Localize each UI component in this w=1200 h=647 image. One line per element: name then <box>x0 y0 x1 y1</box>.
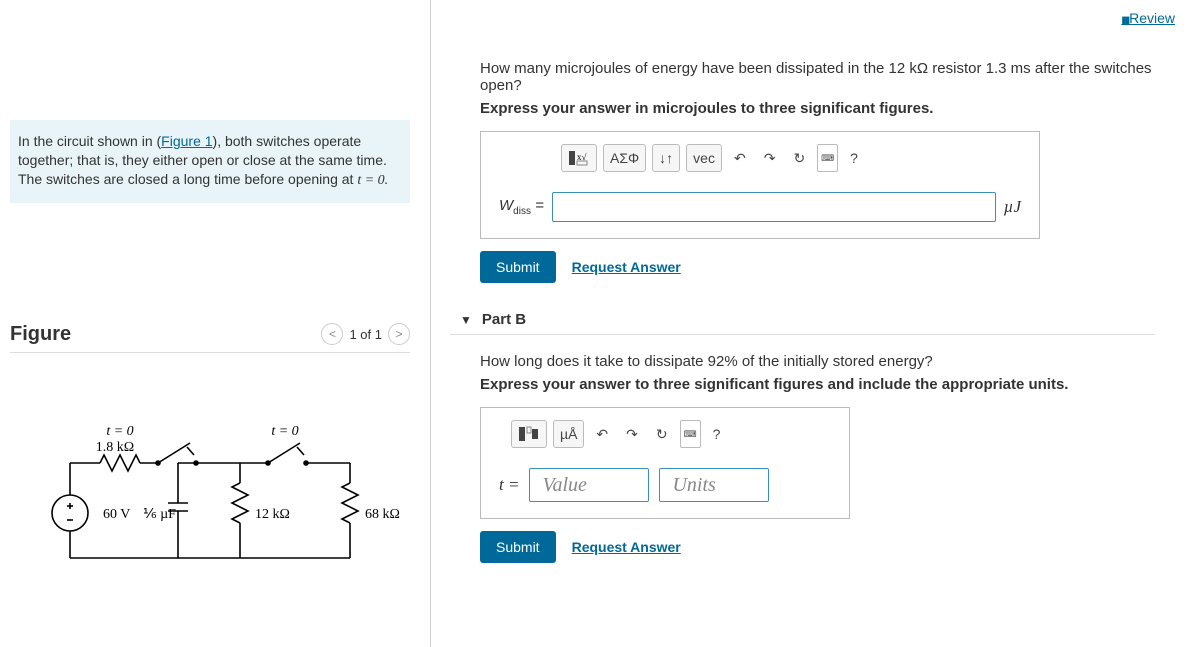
intro-t0: t = 0. <box>357 173 388 188</box>
reset-button-b[interactable]: ↻ <box>650 420 674 448</box>
partA-value-input[interactable] <box>552 192 996 222</box>
partB-variable-label: t = <box>499 475 519 495</box>
undo-button[interactable]: ↶ <box>728 144 752 172</box>
undo-button-b[interactable]: ↶ <box>590 420 614 448</box>
intro-box: In the circuit shown in (Figure 1), both… <box>10 120 410 203</box>
svg-text:60 V: 60 V <box>103 507 130 522</box>
help-button[interactable]: ? <box>844 144 864 172</box>
svg-text:12 kΩ: 12 kΩ <box>255 507 290 522</box>
circuit-diagram: t = 0 1.8 kΩ t = 0 60 V ⅙ µF 12 kΩ 68 kΩ <box>10 403 410 576</box>
svg-text:t = 0: t = 0 <box>106 424 133 439</box>
template-button[interactable]: x√ <box>561 144 597 172</box>
reset-button[interactable]: ↻ <box>787 144 811 172</box>
svg-text:68 kΩ: 68 kΩ <box>365 507 400 522</box>
svg-text:⅙ µF: ⅙ µF <box>143 507 176 522</box>
subscript-button[interactable]: ↓↑ <box>652 144 680 172</box>
partA-answer-box: x√ ΑΣΦ ↓↑ vec ↶ ↷ ↻ ⌨ ? Wdiss = µJ <box>480 131 1040 239</box>
partB-units-input[interactable]: Units <box>659 468 769 502</box>
units-button[interactable]: µÅ <box>553 420 584 448</box>
partB-label: Part B <box>482 311 526 328</box>
figure-title: Figure <box>10 323 71 346</box>
collapse-caret-icon: ▼ <box>460 313 472 327</box>
help-button-b[interactable]: ? <box>707 420 727 448</box>
partA-submit-button[interactable]: Submit <box>480 251 556 283</box>
template-button-b[interactable] <box>511 420 547 448</box>
partB-answer-box: µÅ ↶ ↷ ↻ ⌨ ? t = Value Units <box>480 407 850 519</box>
partB-instruction: Express your answer to three significant… <box>480 376 1175 393</box>
partB-submit-button[interactable]: Submit <box>480 531 556 563</box>
partA-request-answer-link[interactable]: Request Answer <box>572 259 681 275</box>
partB-header[interactable]: ▼ Part B <box>450 311 1155 335</box>
svg-text:t = 0: t = 0 <box>271 424 298 439</box>
redo-button[interactable]: ↷ <box>758 144 782 172</box>
redo-button-b[interactable]: ↷ <box>620 420 644 448</box>
partA-instruction: Express your answer in microjoules to th… <box>480 100 1175 117</box>
partB-question: How long does it take to dissipate 92% o… <box>480 353 1175 370</box>
partB-request-answer-link[interactable]: Request Answer <box>572 539 681 555</box>
keyboard-button[interactable]: ⌨ <box>817 144 838 172</box>
partA-variable-label: Wdiss = <box>499 197 544 217</box>
vec-button[interactable]: vec <box>686 144 722 172</box>
svg-text:1.8 kΩ: 1.8 kΩ <box>96 440 134 455</box>
figure-prev-button[interactable]: < <box>321 323 343 345</box>
intro-text-pre: In the circuit shown in ( <box>18 133 161 149</box>
greek-button[interactable]: ΑΣΦ <box>603 144 646 172</box>
keyboard-button-b[interactable]: ⌨ <box>680 420 701 448</box>
partA-unit-label: µJ <box>1004 197 1021 217</box>
figure-next-button[interactable]: > <box>388 323 410 345</box>
figure-page-indicator: 1 of 1 <box>349 327 382 342</box>
figure-link[interactable]: Figure 1 <box>161 133 212 149</box>
partB-value-input[interactable]: Value <box>529 468 649 502</box>
partA-question: How many microjoules of energy have been… <box>480 60 1175 94</box>
